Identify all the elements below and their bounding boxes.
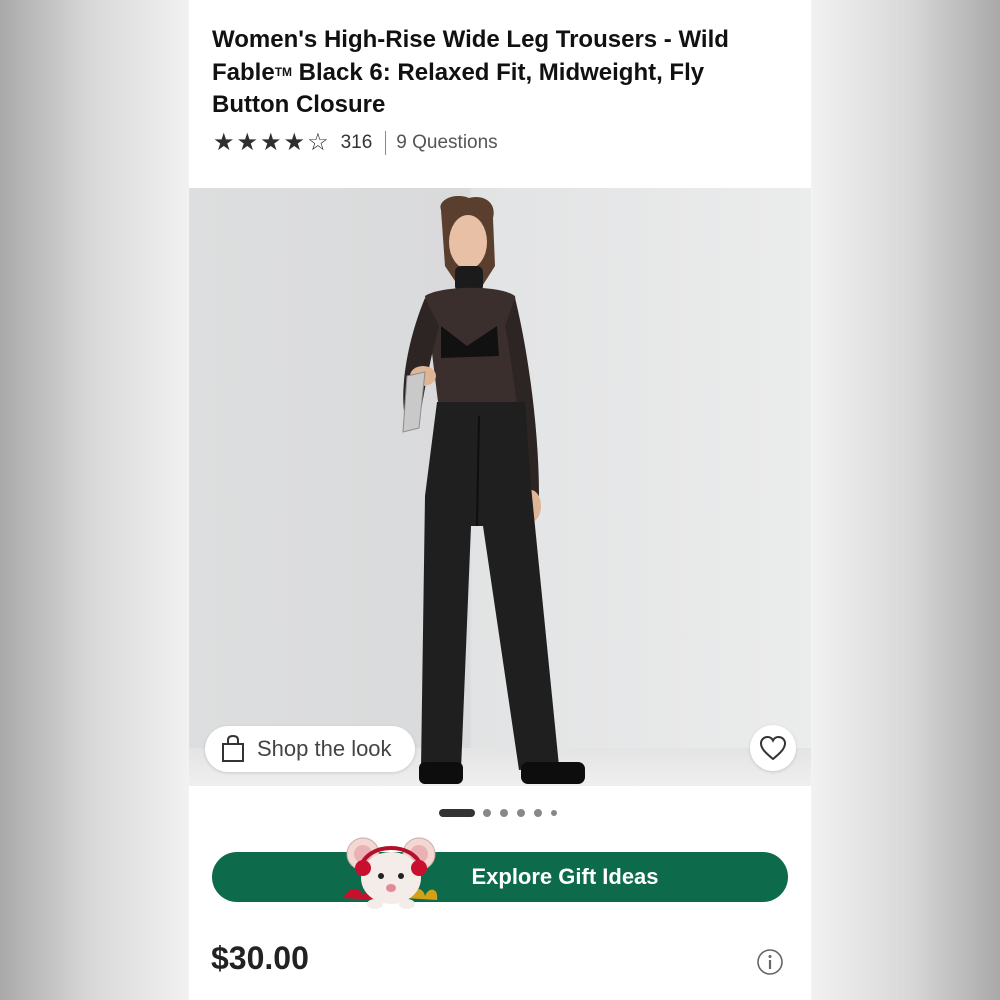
questions-link[interactable]: 9 Questions xyxy=(396,132,497,154)
explore-gift-ideas-button[interactable]: Explore Gift Ideas xyxy=(212,852,788,902)
product-page: Women's High-Rise Wide Leg Trousers - Wi… xyxy=(189,0,811,1000)
carousel-dot-active[interactable] xyxy=(439,809,475,817)
product-image[interactable]: Shop the look xyxy=(189,188,811,786)
carousel-dot[interactable] xyxy=(534,809,542,817)
heart-icon xyxy=(759,735,787,761)
carousel-dot[interactable] xyxy=(500,809,508,817)
mouse-mascot-icon xyxy=(343,837,438,909)
model-photo xyxy=(402,196,585,784)
carousel-dot[interactable] xyxy=(483,809,491,817)
star-icon: ★ xyxy=(260,129,282,156)
price: $30.00 xyxy=(211,940,309,976)
carousel-dot[interactable] xyxy=(551,810,557,816)
product-title: Women's High-Rise Wide Leg Trousers - Wi… xyxy=(212,24,787,121)
star-icon: ★ xyxy=(236,129,259,156)
shop-the-look-button[interactable]: Shop the look xyxy=(205,726,415,772)
explore-gift-ideas-label: Explore Gift Ideas xyxy=(471,864,659,889)
star-icon: ★ xyxy=(283,129,306,156)
shop-the-look-label: Shop the look xyxy=(257,736,392,761)
star-icon: ★ xyxy=(213,129,235,156)
trademark-symbol: TM xyxy=(274,65,293,79)
star-rating: ★ ★ ★ ★ ☆ xyxy=(213,131,331,155)
divider xyxy=(385,131,387,155)
shopping-bag-icon xyxy=(221,735,245,763)
carousel-indicator[interactable] xyxy=(439,808,566,818)
favorite-button[interactable] xyxy=(750,725,796,771)
review-count[interactable]: 316 xyxy=(341,132,373,154)
info-icon[interactable] xyxy=(756,948,784,976)
rating-row[interactable]: ★ ★ ★ ★ ☆ 316 9 Questions xyxy=(213,128,498,158)
carousel-dot[interactable] xyxy=(517,809,525,817)
star-empty-icon: ☆ xyxy=(307,129,329,156)
